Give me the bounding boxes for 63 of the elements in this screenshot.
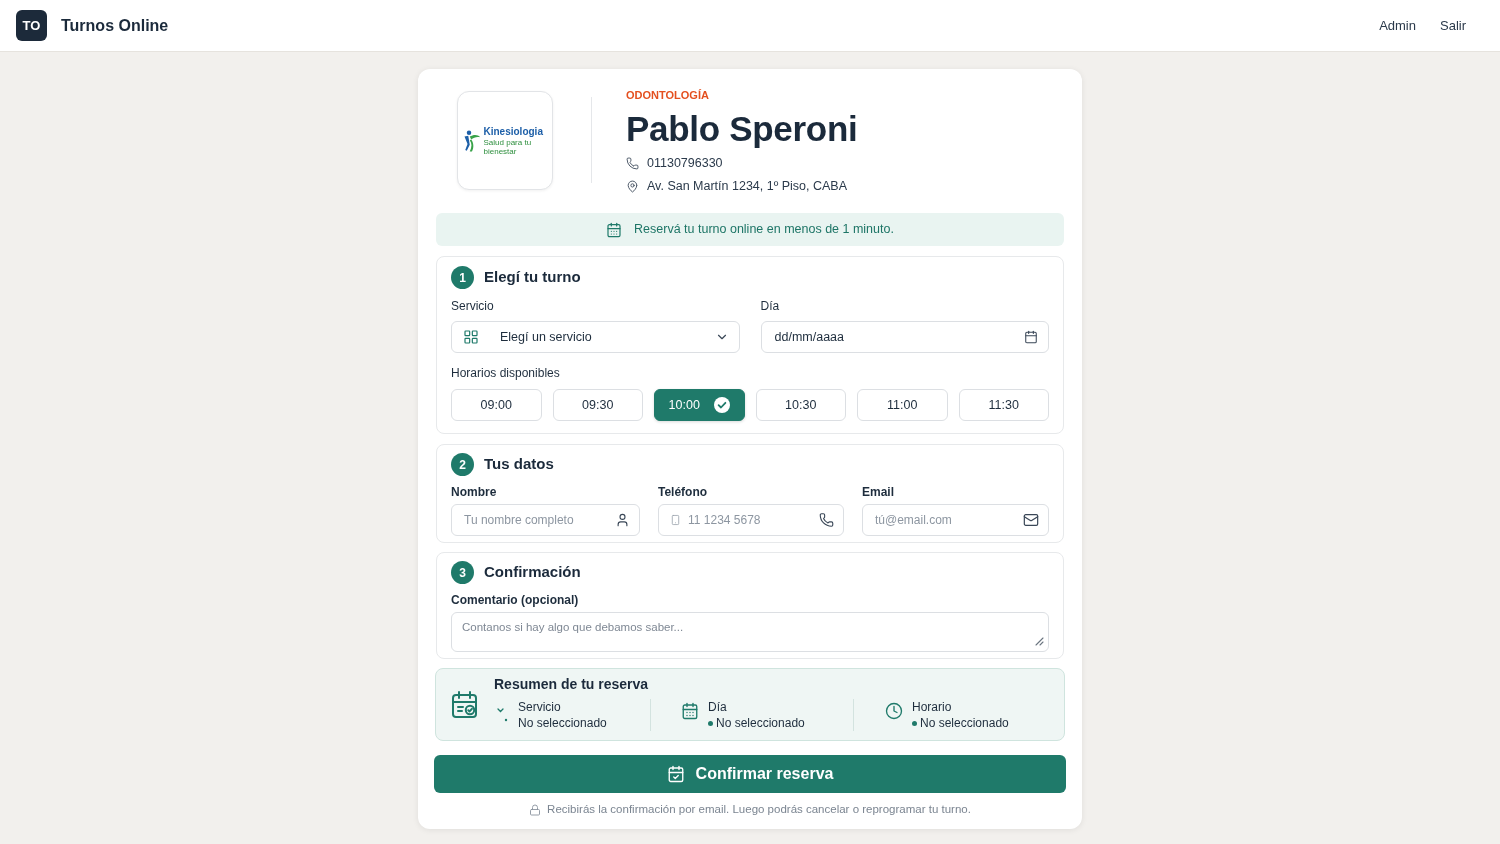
step-number: 2 bbox=[451, 453, 474, 476]
summary-label: Servicio bbox=[518, 699, 562, 715]
field-label: Horarios disponibles bbox=[451, 366, 561, 381]
calendar-check-icon bbox=[666, 765, 685, 783]
user-icon bbox=[615, 512, 630, 528]
service-select[interactable]: Elegí un servicio bbox=[451, 321, 740, 353]
time-slot-button[interactable]: 11:00 bbox=[857, 389, 948, 421]
time-slot-button[interactable]: 11:30 bbox=[958, 389, 1049, 421]
nav-link[interactable]: Admin bbox=[1379, 15, 1416, 36]
address: Av. San Martín 1234, 1º Piso, CABA bbox=[647, 177, 848, 195]
resize-grip-icon bbox=[1035, 637, 1044, 646]
summary-value: No seleccionado bbox=[518, 715, 607, 731]
summary-label: Día bbox=[708, 699, 728, 715]
app-title: Turnos Online bbox=[61, 15, 169, 36]
phone-input[interactable]: 11 1234 5678 bbox=[658, 504, 844, 536]
logo-tagline: Salud para tu bienestar bbox=[483, 137, 533, 156]
field-label: Servicio bbox=[451, 299, 495, 314]
field-label: Día bbox=[760, 299, 781, 314]
professional-name: Pablo Speroni bbox=[626, 109, 858, 149]
calendar-icon bbox=[681, 702, 699, 720]
field-label: Email bbox=[862, 485, 895, 500]
field-label: Teléfono bbox=[658, 485, 709, 500]
calendar-check-icon bbox=[452, 691, 478, 719]
clock-icon bbox=[885, 702, 903, 720]
nav-link[interactable]: Salir bbox=[1440, 15, 1466, 36]
comment-textarea[interactable]: Contanos si hay algo que debamos saber... bbox=[451, 612, 1049, 652]
calendar-icon bbox=[1024, 330, 1038, 344]
grid-icon bbox=[463, 329, 479, 345]
status-dot-icon bbox=[708, 720, 713, 726]
logo-badge: TO bbox=[16, 10, 47, 41]
mail-icon bbox=[1023, 512, 1039, 528]
calendar-icon bbox=[606, 221, 623, 238]
email-input[interactable]: tú@email.com bbox=[862, 504, 1049, 536]
phone-icon bbox=[626, 156, 639, 170]
chevron-dot-icon bbox=[497, 707, 509, 723]
time-slot-button[interactable]: 09:30 bbox=[552, 389, 643, 421]
confirm-button[interactable]: Confirmar reserva bbox=[434, 755, 1066, 793]
section-title: Confirmación bbox=[484, 562, 581, 583]
phone-icon bbox=[819, 512, 834, 528]
time-slot-button[interactable]: 10:00 bbox=[654, 389, 745, 421]
banner-text: Reservá tu turno online en menos de 1 minuto. bbox=[634, 221, 894, 239]
name-input[interactable]: Tu nombre completo bbox=[451, 504, 640, 536]
section-title: Elegí tu turno bbox=[484, 267, 581, 288]
step-number: 1 bbox=[451, 266, 474, 289]
phone-number: 01130796330 bbox=[647, 154, 723, 172]
lock-icon bbox=[529, 803, 542, 816]
field-label: Nombre bbox=[451, 485, 498, 500]
field-label: Comentario (opcional) bbox=[451, 593, 580, 608]
summary-value: No seleccionado bbox=[716, 715, 805, 731]
date-input[interactable]: dd/mm/aaaa bbox=[760, 321, 1049, 353]
time-slot-button[interactable]: 09:00 bbox=[451, 389, 542, 421]
specialty-label: ODONTOLOGÍA bbox=[626, 88, 710, 102]
status-dot-icon bbox=[912, 720, 917, 726]
footnote: Recibirás la confirmación por email. Luego podrás cancelar o reprogramar tu turno. bbox=[547, 802, 971, 817]
summary-value: No seleccionado bbox=[920, 715, 1009, 731]
time-slot-button[interactable]: 10:30 bbox=[755, 389, 846, 421]
summary-label: Horario bbox=[912, 699, 953, 715]
check-circle-icon bbox=[713, 397, 730, 413]
logo-name: Kinesiologia bbox=[483, 125, 543, 138]
summary-title: Resumen de tu reserva bbox=[494, 676, 650, 693]
step-number: 3 bbox=[451, 561, 474, 584]
section-title: Tus datos bbox=[484, 454, 554, 475]
location-pin-icon bbox=[626, 179, 639, 193]
